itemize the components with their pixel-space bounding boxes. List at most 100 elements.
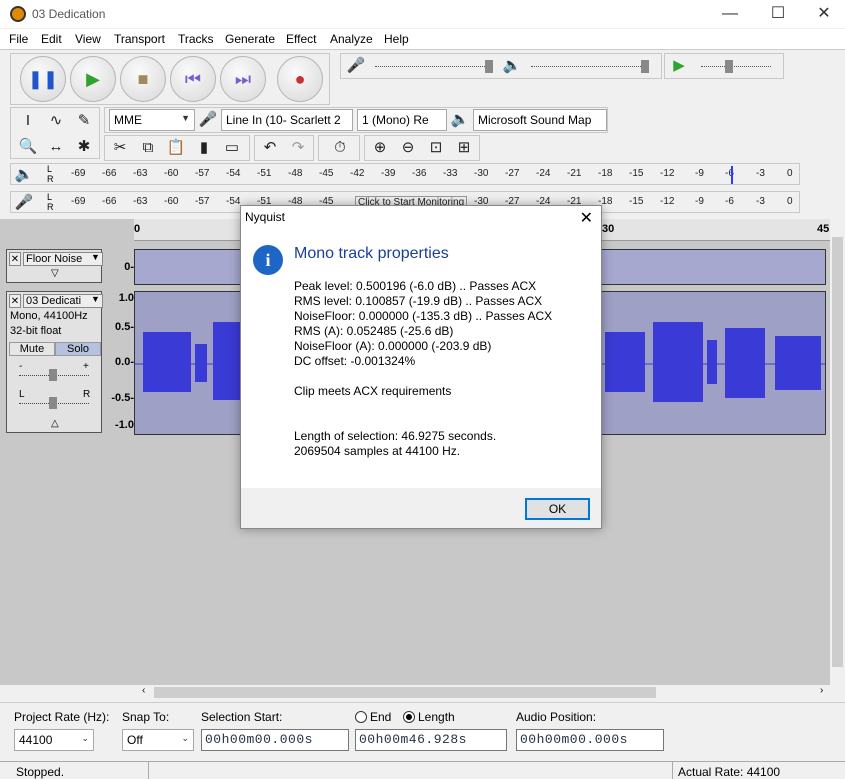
speed-slider-track[interactable]	[701, 66, 771, 67]
trim-icon[interactable]: ▮	[193, 137, 215, 159]
speed-slider[interactable]	[725, 60, 733, 73]
meter-tick: -21	[567, 168, 582, 179]
chevron-down-icon: ⌄	[81, 733, 89, 743]
selection-start-field[interactable]: 00h00m00.000s	[201, 729, 349, 751]
meter-tick: -60	[164, 168, 179, 179]
solo-button[interactable]: Solo	[55, 342, 101, 356]
collapse-up-icon[interactable]: △	[51, 418, 59, 429]
undo-icon[interactable]: ↶	[259, 137, 281, 159]
project-rate-select[interactable]: 44100 ⌄	[14, 729, 94, 751]
horizontal-scrollbar[interactable]: ‹ ›	[138, 685, 830, 700]
vertical-scroll-thumb[interactable]	[832, 237, 843, 667]
end-radio-circle[interactable]	[355, 711, 367, 723]
menu-help[interactable]: Help	[384, 32, 409, 46]
copy-icon[interactable]: ⧉	[137, 137, 159, 159]
gain-slider[interactable]	[49, 369, 57, 381]
record-volume-slider[interactable]	[485, 60, 493, 73]
horizontal-scroll-thumb[interactable]	[154, 687, 656, 698]
collapse-icon[interactable]: ▽	[51, 268, 59, 279]
stop-button[interactable]: ■	[120, 56, 166, 102]
gain-plus-label: +	[83, 361, 89, 372]
length-radio[interactable]: Length	[403, 710, 455, 724]
toolbar-area: ❚❚ ▶ ■ ⏮ ⏭ ● 🎤 🔈 ▶ I ∿ ✎ 🔍 ↔ ✱ MME ▼ 🎤 L	[0, 49, 845, 219]
playback-device-select[interactable]: Microsoft Sound Map	[473, 109, 607, 131]
silence-icon[interactable]: ▭	[221, 137, 243, 159]
meter-l-label: L	[47, 164, 53, 174]
recording-device-select[interactable]: Line In (10- Scarlett 2	[221, 109, 353, 131]
playback-volume-slider-track[interactable]	[531, 66, 647, 67]
recording-channels-select[interactable]: 1 (Mono) Re	[357, 109, 447, 131]
speaker-icon: 🔈	[450, 111, 470, 128]
menu-analyze[interactable]: Analyze	[330, 32, 373, 46]
meter-tick: -63	[133, 168, 148, 179]
tools-toolbar: I ∿ ✎ 🔍 ↔ ✱	[10, 107, 100, 159]
title-bar: 03 Dedication — ☐ ✕	[0, 0, 845, 28]
vertical-scrollbar[interactable]	[830, 219, 845, 685]
menu-tracks[interactable]: Tracks	[178, 32, 214, 46]
selection-tool-icon[interactable]: I	[17, 110, 39, 132]
meter-tick: -15	[629, 168, 644, 179]
microphone-icon: 🎤	[198, 111, 218, 128]
fit-project-icon[interactable]: ⊞	[453, 137, 475, 159]
length-field[interactable]: 00h00m46.928s	[355, 729, 507, 751]
close-icon[interactable]: ✕	[814, 4, 834, 24]
track-close-icon[interactable]: ✕	[9, 294, 21, 308]
pause-button[interactable]: ❚❚	[20, 56, 66, 102]
timeshift-tool-icon[interactable]: ↔	[45, 136, 67, 158]
length-radio-circle[interactable]	[403, 711, 415, 723]
fit-selection-icon[interactable]: ⊡	[425, 137, 447, 159]
playback-volume-slider[interactable]	[641, 60, 649, 73]
sync-lock-icon[interactable]: ⏱	[329, 137, 351, 159]
speaker-icon: 🔈	[14, 166, 34, 183]
record-button[interactable]: ●	[277, 56, 323, 102]
snap-to-select[interactable]: Off ⌄	[122, 729, 194, 751]
record-volume-slider-track[interactable]	[375, 66, 491, 67]
paste-icon[interactable]: 📋	[165, 137, 187, 159]
play-at-speed-icon[interactable]: ▶	[668, 55, 690, 77]
audio-host-select[interactable]: MME ▼	[109, 109, 195, 131]
actual-rate-text: Actual Rate: 44100	[678, 765, 781, 779]
playback-meter-ticks: -69 -66 -63 -60 -57 -54 -51 -48 -45 -42 …	[55, 168, 815, 182]
skip-start-button[interactable]: ⏮	[170, 56, 216, 102]
track-close-icon[interactable]: ✕	[9, 252, 21, 266]
playback-meter[interactable]: 🔈 L R -69 -66 -63 -60 -57 -54 -51 -48 -4…	[10, 163, 800, 185]
menu-edit[interactable]: Edit	[41, 32, 62, 46]
ok-button[interactable]: OK	[525, 498, 590, 520]
skip-end-button[interactable]: ⏭	[220, 56, 266, 102]
mute-button[interactable]: Mute	[9, 342, 55, 356]
menu-file[interactable]: File	[9, 32, 28, 46]
scroll-right-icon[interactable]: ›	[820, 685, 823, 696]
scroll-left-icon[interactable]: ‹	[142, 685, 145, 696]
end-radio[interactable]: End	[355, 710, 391, 724]
zoom-tool-icon[interactable]: 🔍	[17, 136, 39, 158]
menu-view[interactable]: View	[75, 32, 101, 46]
vertical-scale-label: -0.5-	[111, 392, 134, 404]
skip-start-icon: ⏮	[184, 69, 202, 89]
meter-tick: -9	[695, 196, 704, 207]
zoom-in-icon[interactable]: ⊕	[369, 137, 391, 159]
minimize-icon[interactable]: —	[720, 4, 740, 24]
zoom-out-icon[interactable]: ⊖	[397, 137, 419, 159]
maximize-icon[interactable]: ☐	[768, 4, 788, 24]
envelope-tool-icon[interactable]: ∿	[45, 110, 67, 132]
menu-effect[interactable]: Effect	[286, 32, 316, 46]
redo-icon[interactable]: ↷	[287, 137, 309, 159]
menu-transport[interactable]: Transport	[114, 32, 165, 46]
meter-tick: -54	[226, 168, 241, 179]
menu-generate[interactable]: Generate	[225, 32, 275, 46]
audio-position-field[interactable]: 00h00m00.000s	[516, 729, 664, 751]
pan-left-label: L	[19, 389, 25, 400]
vertical-scale-label: 0.5-	[115, 321, 134, 333]
meter-tick: -54	[226, 196, 241, 207]
microphone-icon: 🎤	[346, 57, 366, 74]
close-icon[interactable]: ✕	[580, 208, 593, 228]
multi-tool-icon[interactable]: ✱	[73, 136, 95, 158]
cut-icon[interactable]: ✂	[109, 137, 131, 159]
draw-tool-icon[interactable]: ✎	[73, 110, 95, 132]
chevron-down-icon: ▼	[181, 113, 190, 123]
gain-minus-label: -	[19, 361, 23, 372]
play-button[interactable]: ▶	[70, 56, 116, 102]
pan-right-label: R	[83, 389, 91, 400]
pan-slider[interactable]	[49, 397, 57, 409]
meter-tick: -15	[629, 196, 644, 207]
